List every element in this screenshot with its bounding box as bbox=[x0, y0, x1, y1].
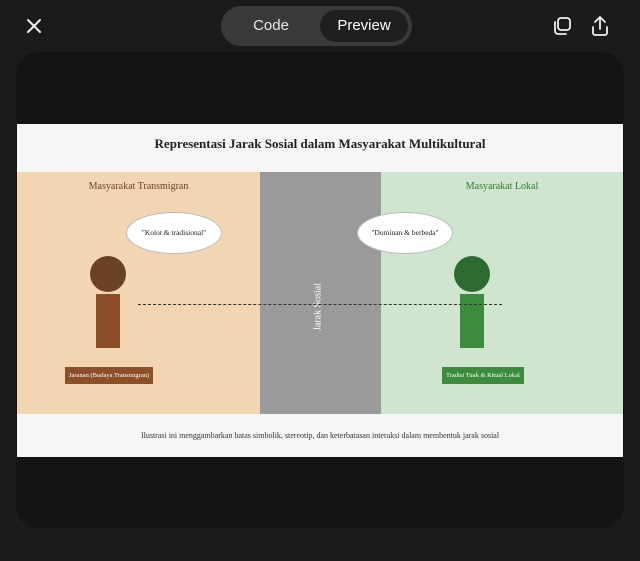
tab-code[interactable]: Code bbox=[225, 10, 317, 42]
tab-preview[interactable]: Preview bbox=[320, 10, 408, 42]
zone-lokal: Masyarakat Lokal "Dominan & berbeda" Tra… bbox=[357, 172, 623, 414]
figure-body-lokal bbox=[460, 294, 484, 348]
figure-head-lokal bbox=[454, 256, 490, 292]
speech-bubble-lokal: "Dominan & berbeda" bbox=[357, 212, 453, 254]
close-button[interactable] bbox=[22, 14, 46, 38]
preview-panel: Representasi Jarak Sosial dalam Masyarak… bbox=[16, 52, 624, 528]
illustration-canvas: Representasi Jarak Sosial dalam Masyarak… bbox=[17, 124, 623, 457]
share-button[interactable] bbox=[588, 14, 612, 38]
close-icon bbox=[27, 19, 41, 33]
copy-icon bbox=[554, 17, 571, 35]
zone-social-distance: Jarak Sosial bbox=[260, 172, 381, 414]
figure-body-transmigran bbox=[96, 294, 120, 348]
speech-bubble-transmigran: "Kolot & tradisional" bbox=[126, 212, 222, 254]
social-distance-label: Jarak Sosial bbox=[312, 282, 324, 332]
copy-button[interactable] bbox=[550, 14, 574, 38]
share-icon bbox=[592, 16, 608, 36]
zone-label-lokal: Masyarakat Lokal bbox=[465, 181, 539, 192]
illustration-title: Representasi Jarak Sosial dalam Masyarak… bbox=[154, 136, 486, 151]
illustration-caption: Ilustrasi ini menggambarkan batas simbol… bbox=[140, 431, 500, 440]
social-distance-line bbox=[138, 304, 502, 305]
view-toggle: Code Preview bbox=[221, 6, 412, 46]
zone-transmigran: Masyarakat Transmigran "Kolot & tradisio… bbox=[17, 172, 260, 414]
culture-tag-lokal: Tradisi Tuak & Ritual Lokal bbox=[442, 367, 524, 384]
zone-label-transmigran: Masyarakat Transmigran bbox=[88, 181, 189, 192]
figure-head-transmigran bbox=[90, 256, 126, 292]
culture-tag-transmigran: Jaranan (Budaya Transmigran) bbox=[65, 367, 154, 384]
top-toolbar: Code Preview bbox=[0, 0, 640, 52]
